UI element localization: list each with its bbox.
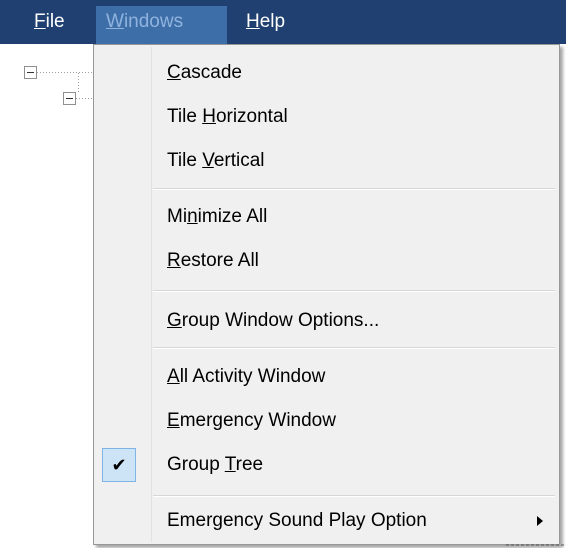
menu-item-group-tree[interactable]: ✔ Group Tree [96,443,557,487]
all-activity-mnemonic: A [167,366,180,387]
tile-h-mnemonic: H [202,106,216,127]
tile-v-post: ertical [213,150,265,171]
emergency-post: mergency Window [179,410,336,431]
menu-separator [153,188,555,190]
menu-separator [153,290,555,292]
group-tree-mnemonic: T [224,454,236,475]
menu-file-post: ile [45,11,65,32]
group-tree-pre: Group [167,454,225,475]
menu-item-emergency-window[interactable]: Emergency Window [96,399,557,443]
tile-h-post: orizontal [215,106,288,127]
cascade-mnemonic: C [167,62,181,83]
menu-item-emergency-window-label: Emergency Window [167,399,336,443]
tree-root-expander-icon[interactable] [24,66,37,79]
menu-item-minimize-all[interactable]: Minimize All [96,195,557,239]
group-opts-post: roup Window Options... [181,310,380,331]
menu-item-group-window-options-label: Group Window Options... [167,299,379,343]
menu-item-tile-vertical[interactable]: Tile Vertical [96,139,557,183]
menu-window-mnemonic: W [106,11,124,32]
menu-help-post: elp [259,11,286,32]
tree-child-expander-icon[interactable] [63,92,76,105]
tile-v-pre: Tile [167,150,203,171]
tree-view [0,44,100,548]
checkmark-icon: ✔ [102,448,136,482]
group-opts-mnemonic: G [167,310,182,331]
restore-mnemonic: R [167,250,181,271]
minimize-pre: Mi [167,206,188,227]
menu-file-mnemonic: F [34,11,46,32]
menu-item-all-activity-window[interactable]: All Activity Window [96,355,557,399]
menu-item-emergency-sound-play-option-label: Emergency Sound Play Option [167,499,427,543]
emergency-mnemonic: E [167,410,180,431]
menu-separator [153,495,555,497]
minimize-post: imize All [197,206,268,227]
background-dotted-edge [506,544,566,546]
menu-item-group-window-options[interactable]: Group Window Options... [96,299,557,343]
menu-window[interactable]: Windows [96,6,227,44]
minimize-mnemonic: n [187,206,198,227]
menu-file[interactable]: File [24,6,75,44]
menu-window-post: indows [123,11,184,32]
restore-post: estore All [180,250,259,271]
menu-item-group-tree-label: Group Tree [167,443,263,487]
group-tree-post: ree [235,454,264,475]
menu-item-all-activity-window-label: All Activity Window [167,355,325,399]
submenu-arrow-icon [537,516,543,526]
menu-help-mnemonic: H [246,11,260,32]
menu-item-tile-horizontal[interactable]: Tile Horizontal [96,95,557,139]
tile-h-pre: Tile [167,106,203,127]
menu-item-emergency-sound-play-option[interactable]: Emergency Sound Play Option [96,499,557,543]
menu-item-minimize-all-label: Minimize All [167,195,267,239]
menu-item-tile-vertical-label: Tile Vertical [167,139,265,183]
sound-pre: Emergency Sound Play Option [167,510,427,531]
menu-item-restore-all[interactable]: Restore All [96,239,557,283]
menu-item-cascade-label: Cascade [167,51,242,95]
menu-item-restore-all-label: Restore All [167,239,259,283]
cascade-post: ascade [180,62,243,83]
tile-v-mnemonic: V [202,150,214,171]
menu-help[interactable]: Help [236,6,295,44]
all-activity-post: ll Activity Window [179,366,326,387]
windows-dropdown-menu: Cascade Tile Horizontal Tile Vertical Mi… [93,44,560,545]
menu-bar: File Windows Help [0,0,566,44]
tree-lines [24,66,92,105]
menu-separator [153,347,555,349]
menu-item-tile-horizontal-label: Tile Horizontal [167,95,288,139]
menu-item-cascade[interactable]: Cascade [96,51,557,95]
